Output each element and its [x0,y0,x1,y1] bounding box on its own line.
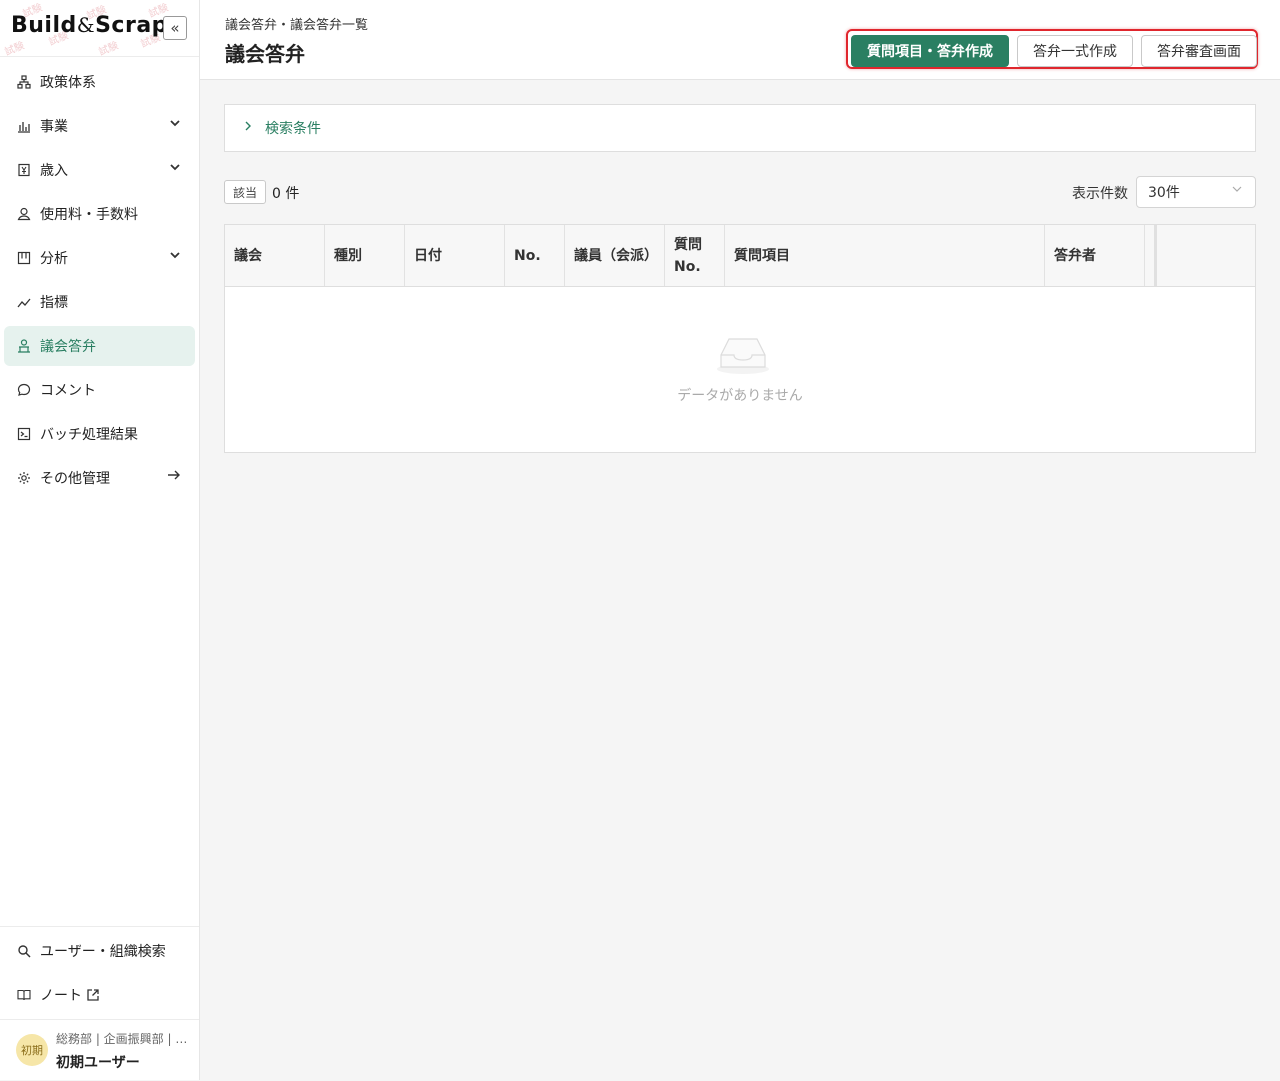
watermark: 試験 [97,40,121,57]
sidebar-item-label: ユーザー・組織検索 [40,944,166,960]
sidebar-item-policy[interactable]: 政策体系 [4,62,195,102]
analysis-icon [16,250,32,266]
page-title: 議会答弁 [225,42,305,66]
book-icon [16,987,32,1003]
sidebar-item-comments[interactable]: コメント [4,370,195,410]
column-header-assembly[interactable]: 議会 [225,225,325,286]
page-header: 議会答弁・議会答弁一覧 議会答弁 質問項目・答弁作成 答弁一式作成 答弁審査画面 [200,0,1280,80]
sidebar-item-label: コメント [40,383,96,399]
sidebar-nav: 政策体系 事業 歳入 使用料・手数料 分析 指標 議会答弁 コメント バッチ処理… [0,58,199,498]
sidebar: 試験 試験 試験 試験 試験 試験 試験 Build&Scrap « 政策体系 … [0,0,200,1080]
sidebar-item-revenue[interactable]: 歳入 [4,150,195,190]
sidebar-item-other-management[interactable]: その他管理 [4,458,195,498]
sidebar-item-batch-results[interactable]: バッチ処理結果 [4,414,195,454]
result-count: 0 件 [272,186,300,202]
bar-chart-icon [16,118,32,134]
sidebar-item-label: ノート [40,988,82,1004]
sidebar-item-analysis[interactable]: 分析 [4,238,195,278]
search-conditions-panel[interactable]: 検索条件 [224,104,1256,152]
chevron-down-icon [169,161,181,177]
column-header-date[interactable]: 日付 [405,225,505,286]
comment-icon [16,382,32,398]
sidebar-item-label: バッチ処理結果 [40,427,138,443]
watermark: 試験 [3,40,27,57]
sidebar-item-label: 政策体系 [40,75,96,91]
avatar: 初期 [16,1034,48,1066]
sidebar-item-label: 指標 [40,295,68,311]
terminal-icon [16,426,32,442]
per-page-value: 30件 [1148,185,1180,201]
sidebar-item-label: 歳入 [40,163,68,179]
column-header-member[interactable]: 議員（会派） [565,225,665,286]
podium-icon [16,338,32,354]
search-icon [16,943,32,959]
column-header-truncated[interactable]: ‥ [1145,225,1157,286]
sidebar-item-user-search[interactable]: ユーザー・組織検索 [4,931,195,971]
sidebar-bottom-nav: ユーザー・組織検索 ノート [0,926,199,1015]
sidebar-item-indicators[interactable]: 指標 [4,282,195,322]
per-page-select[interactable]: 30件 [1136,176,1256,208]
arrow-right-icon [167,469,181,485]
sidebar-item-projects[interactable]: 事業 [4,106,195,146]
gear-icon [16,470,32,486]
column-header-no[interactable]: No. [505,225,565,286]
column-header-respondent[interactable]: 答弁者 [1045,225,1145,286]
user-department: 総務部 | 企画振興部 | … [56,1032,188,1046]
table-header: 議会 種別 日付 No. 議員（会派） 質問 No. 質問項目 答弁者 ‥ [225,225,1255,287]
chevron-down-icon [169,249,181,265]
user-name: 初期ユーザー [56,1055,140,1071]
sidebar-item-fees[interactable]: 使用料・手数料 [4,194,195,234]
logo-ampersand: & [76,13,96,37]
action-button-group: 質問項目・答弁作成 答弁一式作成 答弁審査画面 [846,29,1258,69]
double-chevron-left-icon: « [170,19,180,37]
sidebar-item-note[interactable]: ノート [4,975,195,1015]
trend-icon [16,294,32,310]
column-header-type[interactable]: 種別 [325,225,405,286]
sidebar-item-label: 使用料・手数料 [40,207,138,223]
chevron-right-icon [243,120,255,136]
column-header-question-item[interactable]: 質問項目 [725,225,1045,286]
answer-review-button[interactable]: 答弁審査画面 [1141,35,1257,67]
empty-inbox-icon [715,333,771,379]
external-link-icon [86,988,100,1002]
per-page-label: 表示件数 [1072,186,1128,202]
column-header-question-no[interactable]: 質問 No. [665,225,725,286]
fee-icon [16,206,32,222]
sidebar-item-label: 分析 [40,251,68,267]
search-conditions-label: 検索条件 [265,121,321,137]
user-profile[interactable]: 初期 総務部 | 企画振興部 | … 初期ユーザー [0,1019,199,1081]
logo-text-left: Build [11,13,77,38]
collapse-sidebar-button[interactable]: « [163,16,187,40]
answers-table: 議会 種別 日付 No. 議員（会派） 質問 No. 質問項目 答弁者 ‥ デー… [224,224,1256,453]
revenue-icon [16,162,32,178]
empty-state-text: データがありません [677,388,803,404]
sidebar-item-label: 事業 [40,119,68,135]
empty-state: データがありません [225,287,1255,452]
sidebar-item-label: その他管理 [40,471,110,487]
sidebar-item-assembly-answers[interactable]: 議会答弁 [4,326,195,366]
breadcrumb: 議会答弁・議会答弁一覧 [225,18,369,33]
chevron-down-icon [1231,183,1243,198]
hierarchy-icon [16,74,32,90]
logo-text-right: Scrap [95,13,168,38]
result-count-badge: 該当 [224,180,267,204]
sidebar-item-label: 議会答弁 [40,339,96,355]
bulk-answer-create-button[interactable]: 答弁一式作成 [1017,35,1133,67]
create-question-answer-button[interactable]: 質問項目・答弁作成 [851,35,1009,67]
logo-area: 試験 試験 試験 試験 試験 試験 試験 Build&Scrap « [0,0,199,57]
chevron-down-icon [169,117,181,133]
app-logo[interactable]: Build&Scrap [11,13,168,38]
